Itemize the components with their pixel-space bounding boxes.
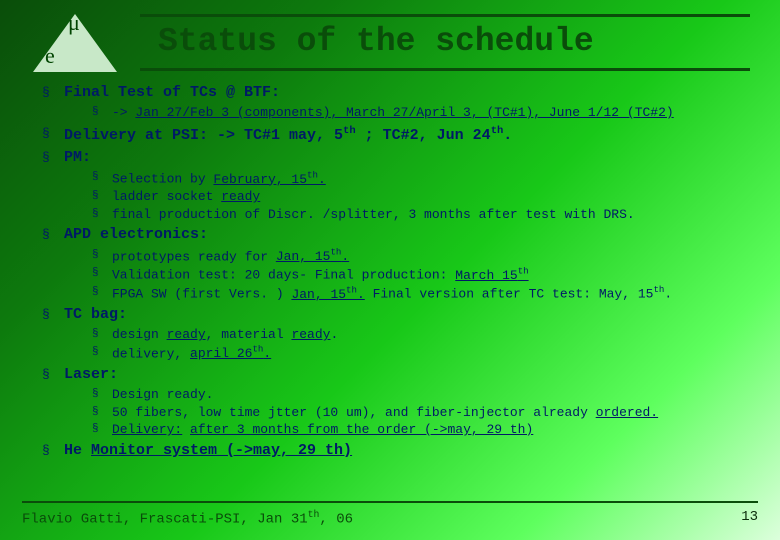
item-label: APD electronics: <box>64 225 750 245</box>
list-item: He Monitor system (->may, 29 th) <box>38 441 750 461</box>
item-label: TC bag: <box>64 305 750 325</box>
footer-author: Flavio Gatti, Frascati-PSI, Jan 31th, 06 <box>22 509 353 528</box>
item-label: Delivery at PSI: -> TC#1 may, 5th ; TC#2… <box>64 124 750 146</box>
sub-list: Design ready.50 fibers, low time jtter (… <box>64 386 750 439</box>
sub-item: Delivery: after 3 months from the order … <box>92 421 750 439</box>
item-label: Laser: <box>64 365 750 385</box>
sub-list: prototypes ready for Jan, 15th.Validatio… <box>64 247 750 304</box>
page-number: 13 <box>741 509 758 528</box>
list-item: Laser:Design ready.50 fibers, low time j… <box>38 365 750 439</box>
sub-list: -> Jan 27/Feb 3 (components), March 27/A… <box>64 104 750 122</box>
bullet-list: Final Test of TCs @ BTF:-> Jan 27/Feb 3 … <box>30 83 750 461</box>
sub-item: 50 fibers, low time jtter (10 um), and f… <box>92 404 750 422</box>
item-label: Final Test of TCs @ BTF: <box>64 83 750 103</box>
sub-list: design ready, material ready.delivery, a… <box>64 326 750 362</box>
sub-list: Selection by February, 15th.ladder socke… <box>64 169 750 223</box>
sub-item: Validation test: 20 days- Final producti… <box>92 265 750 284</box>
slide-title: Status of the schedule <box>140 23 750 60</box>
sub-item: FPGA SW (first Vers. ) Jan, 15th. Final … <box>92 284 750 303</box>
logo-icon: μ e γ <box>30 10 120 75</box>
sub-item: -> Jan 27/Feb 3 (components), March 27/A… <box>92 104 750 122</box>
sub-item: Selection by February, 15th. <box>92 169 750 188</box>
logo-e: e <box>45 43 55 69</box>
sub-item: final production of Discr. /splitter, 3 … <box>92 206 750 224</box>
list-item: Final Test of TCs @ BTF:-> Jan 27/Feb 3 … <box>38 83 750 122</box>
logo-mu: μ <box>68 10 80 36</box>
sub-item: ladder socket ready <box>92 188 750 206</box>
sub-item: delivery, april 26th. <box>92 344 750 363</box>
title-bar: Status of the schedule <box>140 14 750 71</box>
logo-gamma: γ <box>78 42 89 69</box>
slide-footer: Flavio Gatti, Frascati-PSI, Jan 31th, 06… <box>22 509 758 528</box>
list-item: APD electronics:prototypes ready for Jan… <box>38 225 750 303</box>
list-item: PM:Selection by February, 15th.ladder so… <box>38 148 750 223</box>
slide-header: μ e γ Status of the schedule <box>30 10 750 75</box>
sub-item: design ready, material ready. <box>92 326 750 344</box>
item-label: PM: <box>64 148 750 168</box>
list-item: TC bag:design ready, material ready.deli… <box>38 305 750 363</box>
sub-item: Design ready. <box>92 386 750 404</box>
item-label: He Monitor system (->may, 29 th) <box>64 441 750 461</box>
list-item: Delivery at PSI: -> TC#1 may, 5th ; TC#2… <box>38 124 750 146</box>
sub-item: prototypes ready for Jan, 15th. <box>92 247 750 266</box>
